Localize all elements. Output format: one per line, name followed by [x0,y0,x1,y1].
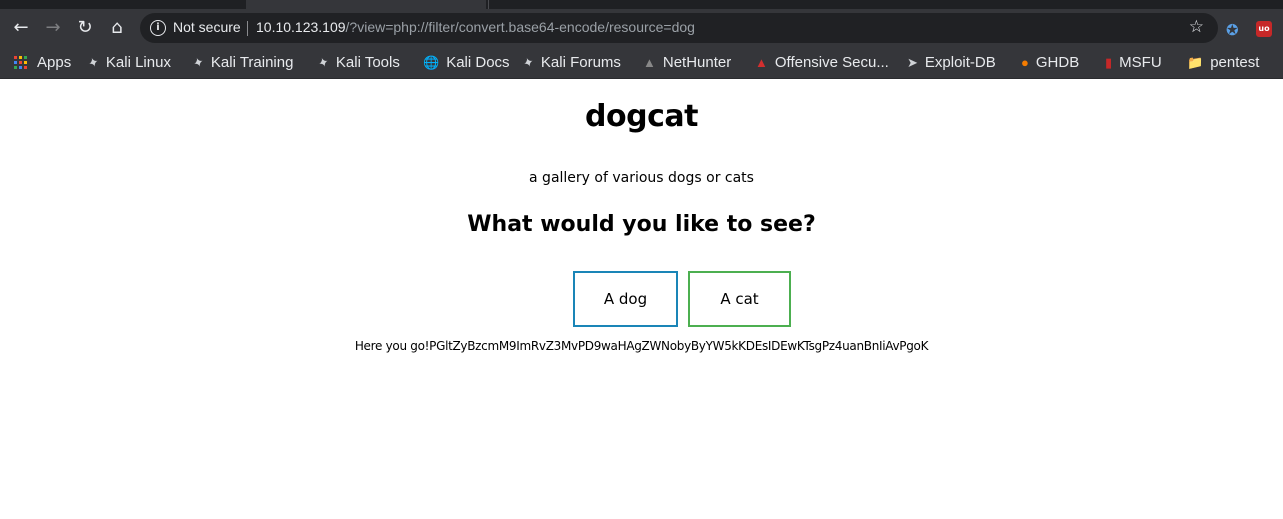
bookmark-exploit-db[interactable]: ➤ Exploit-DB [907,50,996,74]
offsec-icon: ▲ [755,54,768,70]
omnibox-divider [247,21,248,36]
bookmark-label: NetHunter [662,53,732,71]
bookmark-msfu[interactable]: ▮ MSFU [1105,50,1162,74]
kali-dragon-icon: ✦ [315,53,332,71]
bookmark-label: Kali Linux [105,53,171,71]
nethunter-icon: ▲ [643,54,656,70]
arrow-left-icon[interactable]: ← [9,16,33,40]
bookmarks-bar: Apps ✦ Kali Linux ✦ Kali Training ✦ Kali… [0,46,1283,79]
home-icon[interactable]: ⌂ [105,16,129,40]
output-text: Here you go!PGltZyBzcmM9ImRvZ3MvPD9waHAg… [354,339,929,353]
bookmark-kali-linux[interactable]: ✦ Kali Linux [85,50,171,74]
bookmark-offensive-security[interactable]: ▲ Offensive Secu... [755,50,889,74]
bookmark-apps[interactable]: Apps [14,50,71,74]
url-path: /?view=php://filter/convert.base64-encod… [345,19,695,35]
bookmark-label: Apps [37,53,72,71]
address-bar[interactable]: i Not secure 10.10.123.109/?view=php://f… [140,13,1218,43]
page-question: What would you like to see? [467,212,816,237]
bookmark-label: pentest [1210,53,1260,71]
extension-icon[interactable]: ✪ [1226,21,1244,39]
bookmark-kali-forums[interactable]: ✦ Kali Forums [520,50,621,74]
security-status[interactable]: Not secure [173,19,241,35]
info-icon[interactable]: i [150,20,166,36]
bookmark-label: GHDB [1035,53,1080,71]
page-subtitle: a gallery of various dogs or cats [529,170,754,186]
active-tab[interactable] [246,0,486,9]
kali-dragon-icon: ✦ [190,53,207,71]
tab-separator [488,0,489,9]
globe-icon: 🌐 [423,54,440,70]
ublock-icon[interactable]: uo [1256,21,1272,37]
cat-button[interactable]: A cat [688,271,791,327]
bookmark-label: Kali Tools [335,53,400,71]
bookmark-folder-pentest[interactable]: 📁 pentest [1187,50,1259,74]
url-host: 10.10.123.109 [256,19,346,35]
reload-icon[interactable]: ↻ [73,16,97,40]
page-content: dogcat a gallery of various dogs or cats… [0,79,1283,519]
arrow-right-icon[interactable]: → [41,16,65,40]
bookmark-kali-docs[interactable]: 🌐 Kali Docs [423,50,510,74]
tab-strip [0,0,1283,9]
kali-dragon-icon: ✦ [85,53,102,71]
bookmark-label: MSFU [1119,53,1162,71]
bookmark-label: Exploit-DB [924,53,996,71]
star-icon[interactable]: ☆ [1189,17,1204,37]
browser-toolbar: ← → ↻ ⌂ i Not secure 10.10.123.109/?view… [0,9,1283,46]
msfu-icon: ▮ [1105,54,1113,70]
apps-grid-icon [14,55,27,69]
page-title: dogcat [585,99,698,134]
url-text[interactable]: 10.10.123.109/?view=php://filter/convert… [256,19,695,35]
bookmark-kali-tools[interactable]: ✦ Kali Tools [315,50,400,74]
bookmark-label: Offensive Secu... [774,53,889,71]
bookmark-nethunter[interactable]: ▲ NetHunter [643,50,731,74]
bookmark-ghdb[interactable]: ● GHDB [1021,50,1079,74]
kali-dragon-icon: ✦ [520,53,537,71]
bookmark-label: Kali Docs [446,53,510,71]
dog-button[interactable]: A dog [573,271,678,327]
ghdb-icon: ● [1021,54,1029,70]
bookmark-label: Kali Forums [540,53,621,71]
folder-icon: 📁 [1187,54,1204,70]
bookmark-label: Kali Training [210,53,294,71]
bookmark-kali-training[interactable]: ✦ Kali Training [190,50,294,74]
exploitdb-icon: ➤ [907,54,918,70]
